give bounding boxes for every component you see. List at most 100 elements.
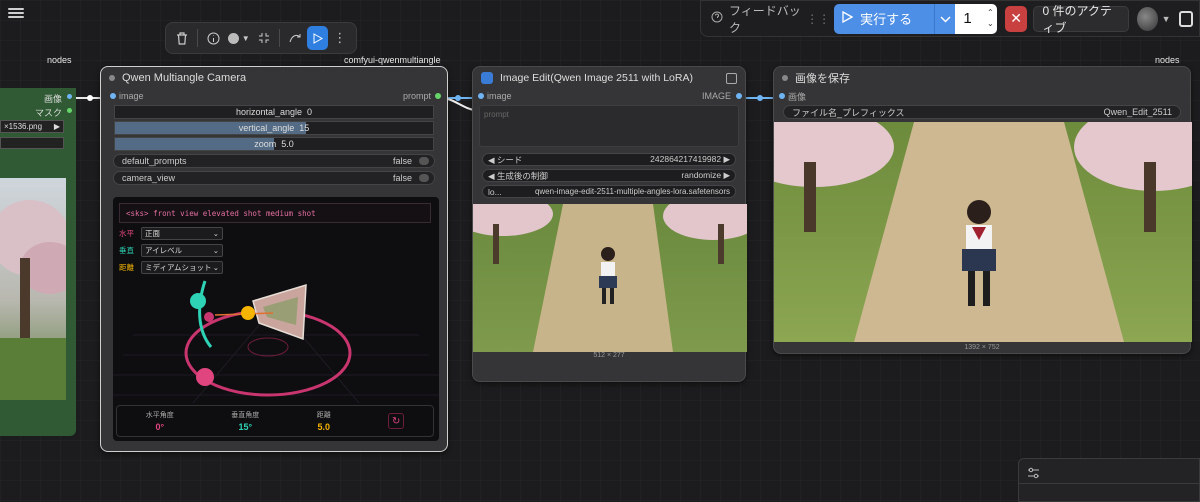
distance-select-value: ミディアムショット (145, 263, 212, 272)
horizontal-select[interactable]: 正面 ⌄ (141, 227, 223, 240)
seed-label-group: ◀ シード (488, 154, 523, 165)
input-image-port[interactable] (779, 93, 785, 99)
stat-vertical: 垂直角度 15° (231, 410, 259, 432)
stat-distance-label: 距離 (316, 412, 331, 419)
inner-ring (247, 337, 289, 357)
stat-horizontal-value: 0° (155, 422, 165, 432)
camera-view-value: false (392, 173, 412, 183)
control-label-group: ◀ 生成後の制御 (488, 170, 548, 181)
toggle-knob (419, 174, 429, 182)
image-edit-io-row: image IMAGE (473, 89, 745, 103)
input-image-port[interactable] (110, 93, 116, 99)
seed-widget[interactable]: ◀ シード 242864217419982 ▶ (482, 153, 736, 166)
horizontal-angle-slider[interactable]: horizontal_angle 0 (114, 105, 434, 119)
horizontal-angle-value: 0 (307, 107, 313, 117)
file-select[interactable]: ×1536.png ▶ (0, 120, 64, 133)
panel-divider (1019, 483, 1199, 484)
output-mask-label: マスク (34, 108, 62, 118)
lora-label: lo... (488, 186, 502, 197)
horizontal-angle-label: horizontal_angle (235, 107, 303, 117)
distance-handle[interactable] (241, 306, 255, 320)
saved-image-size: 1392 × 752 (964, 344, 1000, 351)
filename-prefix-widget[interactable]: ファイル名_プレフィックス Qwen_Edit_2511 (783, 105, 1181, 119)
horizontal-handle[interactable] (196, 368, 214, 386)
camera-view-toggle[interactable]: camera_view false (113, 171, 435, 185)
horizontal-row: 水平 正面 ⌄ (119, 227, 223, 240)
toggle-knob (419, 157, 429, 165)
camera-control-panel: <sks> front view elevated shot medium sh… (113, 197, 439, 441)
chevron-right-icon: ▶ (53, 122, 60, 131)
input-image-label: image (119, 91, 144, 101)
expand-icon[interactable] (726, 72, 737, 84)
output-prompt-label: prompt (402, 91, 431, 101)
save-image-header[interactable]: 画像を保存 (774, 67, 1190, 89)
seed-value: 242864217419982 (650, 154, 722, 164)
chevron-down-icon: ⌄ (212, 229, 219, 238)
distance-select[interactable]: ミディアムショット ⌄ (141, 261, 223, 274)
output-mask-port[interactable] (67, 108, 72, 113)
zoom-label: zoom (254, 139, 277, 149)
vertical-angle-label: vertical_angle (238, 123, 295, 133)
control-widget[interactable]: ◀ 生成後の制御 randomize ▶ (482, 169, 736, 182)
lora-value: qwen-image-edit-2511-multiple-angles-lor… (534, 187, 730, 196)
output-image-label: IMAGE (701, 91, 731, 101)
vertical-angle-slider[interactable]: vertical_angle 15 (114, 121, 434, 135)
stat-distance-value: 5.0 (317, 422, 330, 432)
vertical-select[interactable]: アイレベル ⌄ (141, 244, 223, 257)
camera-node-header[interactable]: Qwen Multiangle Camera (101, 67, 447, 89)
default-prompts-value: false (392, 156, 412, 166)
horizontal-row-label: 水平 (119, 229, 134, 238)
input-image-port[interactable] (478, 93, 484, 99)
image-edit-title: Image Edit(Qwen Image 2511 with LoRA) (500, 72, 693, 84)
collapse-dot-icon[interactable] (109, 75, 115, 81)
input-image-label: 画像 (788, 91, 807, 102)
vertical-handle[interactable] (190, 293, 206, 309)
edit-image-size: 512 × 277 (593, 352, 625, 359)
output-image-port[interactable] (736, 93, 742, 99)
seed-label: シード (496, 154, 523, 165)
saved-image-preview (774, 122, 1192, 342)
input-image-label: image (487, 91, 512, 101)
output-prompt-port[interactable] (435, 93, 441, 99)
camera-io-row: image prompt (101, 89, 447, 103)
vertical-angle-value: 15 (299, 123, 310, 133)
image-edit-header[interactable]: Image Edit(Qwen Image 2511 with LoRA) (473, 67, 745, 89)
camera-node[interactable]: Qwen Multiangle Camera image prompt hori… (100, 66, 448, 452)
prompt-textarea[interactable]: prompt (479, 105, 739, 147)
stat-horizontal-label: 水平角度 (145, 412, 174, 419)
lora-widget[interactable]: lo... qwen-image-edit-2511-multiple-angl… (482, 185, 736, 198)
vertical-select-value: アイレベル (145, 246, 183, 255)
image-edit-node[interactable]: Image Edit(Qwen Image 2511 with LoRA) im… (472, 66, 747, 382)
camera-handle[interactable] (204, 312, 214, 322)
default-prompts-toggle[interactable]: default_prompts false (113, 154, 435, 168)
output-image-port[interactable] (67, 94, 72, 99)
distance-row-label: 距離 (119, 263, 134, 272)
vertical-row-label: 垂直 (119, 246, 134, 255)
camera-node-title: Qwen Multiangle Camera (122, 72, 247, 84)
distance-row: 距離 ミディアムショット ⌄ (119, 261, 223, 274)
camera-prompt-preview: <sks> front view elevated shot medium sh… (119, 203, 431, 223)
settings-panel[interactable] (1018, 458, 1200, 502)
control-label: 生成後の制御 (496, 170, 548, 181)
load-image-node[interactable]: 画像 マスク ×1536.png ▶ (0, 88, 76, 436)
camera-3d-viewport[interactable] (113, 275, 439, 403)
chevron-down-icon: ⌄ (212, 246, 219, 255)
reset-icon[interactable]: ↻ (388, 413, 405, 429)
stat-vertical-value: 15° (238, 422, 253, 432)
zoom-value: 5.0 (281, 139, 294, 149)
upload-button[interactable] (0, 137, 64, 149)
zoom-fill (115, 138, 274, 150)
horizontal-select-value: 正面 (145, 229, 160, 238)
file-label: ×1536.png (4, 122, 43, 131)
node-badge-icon (481, 72, 493, 84)
edit-output-image (473, 204, 747, 352)
save-image-title: 画像を保存 (795, 73, 850, 85)
source-image-preview (0, 178, 66, 400)
save-image-node[interactable]: 画像を保存 画像 ファイル名_プレフィックス Qwen_Edit_2511 13… (773, 66, 1192, 354)
settings-icon[interactable] (1027, 466, 1040, 484)
zoom-slider[interactable]: zoom 5.0 (114, 137, 434, 151)
collapse-dot-icon[interactable] (782, 75, 788, 81)
control-value: randomize (681, 170, 722, 180)
prefix-value: Qwen_Edit_2511 (1103, 107, 1172, 117)
prompt-placeholder: prompt (484, 110, 509, 119)
